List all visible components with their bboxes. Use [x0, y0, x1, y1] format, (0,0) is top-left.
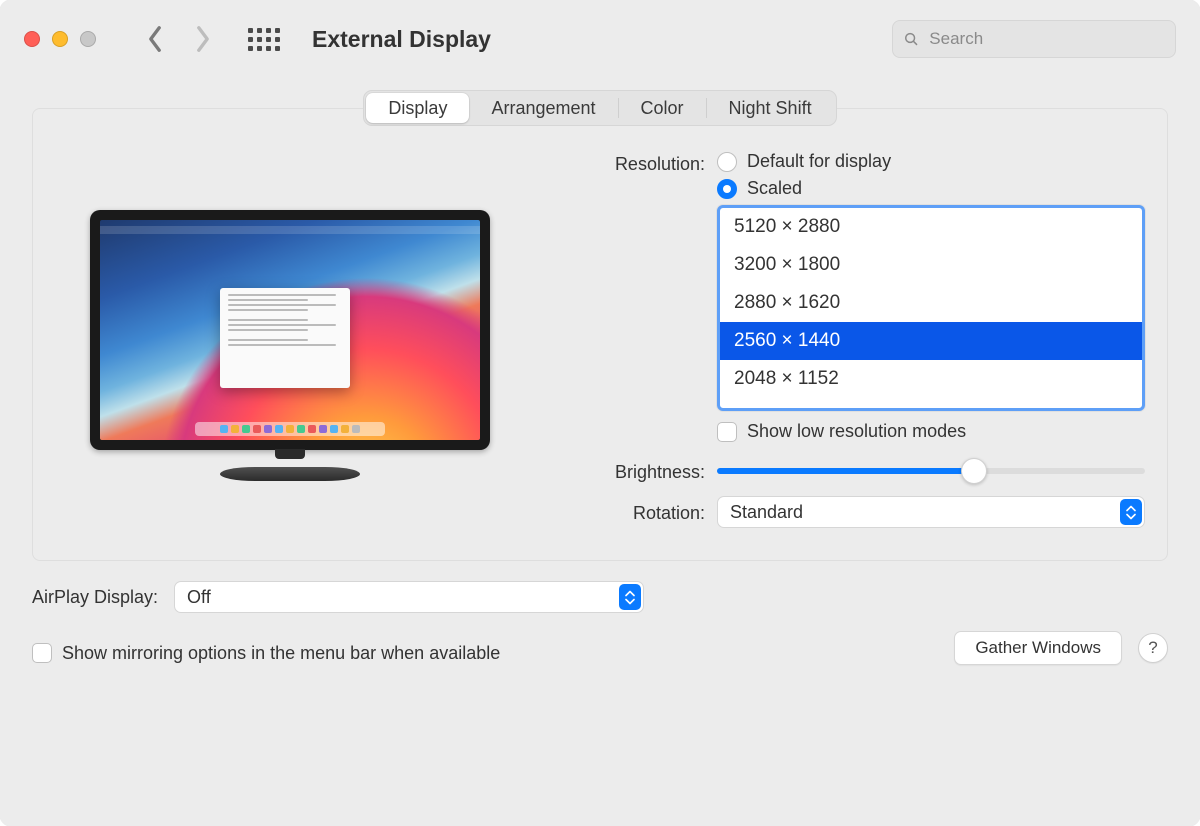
tab-color[interactable]: Color: [619, 93, 706, 123]
rotation-label: Rotation:: [565, 500, 705, 524]
display-preview: [55, 145, 525, 536]
resolution-list[interactable]: 5120 × 2880 3200 × 1800 2880 × 1620 2560…: [717, 205, 1145, 411]
window-zoom-button[interactable]: [80, 31, 96, 47]
search-field[interactable]: [892, 20, 1176, 58]
tab-bar: Display Arrangement Color Night Shift: [0, 90, 1200, 126]
system-preferences-displays-window: External Display Display Arrangement Col…: [0, 0, 1200, 826]
resolution-option-4[interactable]: 2048 × 1152: [720, 360, 1142, 398]
titlebar: External Display: [0, 0, 1200, 78]
back-button[interactable]: [138, 22, 172, 56]
search-icon: [903, 30, 919, 48]
airplay-value: Off: [187, 587, 211, 608]
help-button[interactable]: ?: [1138, 633, 1168, 663]
display-preview-dock-icon: [195, 422, 385, 436]
window-controls: [24, 31, 96, 47]
brightness-slider[interactable]: [717, 456, 1145, 486]
gather-windows-button[interactable]: Gather Windows: [954, 631, 1122, 665]
brightness-slider-thumb[interactable]: [961, 458, 987, 484]
display-preview-stand-icon: [220, 449, 360, 481]
show-low-res-checkbox[interactable]: [717, 422, 737, 442]
resolution-option-0[interactable]: 5120 × 2880: [720, 208, 1142, 246]
mirroring-menubar-label: Show mirroring options in the menu bar w…: [62, 643, 500, 664]
resolution-scaled-radio[interactable]: [717, 179, 737, 199]
forward-button[interactable]: [186, 22, 220, 56]
chevron-up-down-icon: [619, 584, 641, 610]
display-preview-document-icon: [220, 288, 350, 388]
brightness-label: Brightness:: [565, 459, 705, 483]
rotation-value: Standard: [730, 502, 803, 523]
airplay-select[interactable]: Off: [174, 581, 644, 613]
tab-display[interactable]: Display: [366, 93, 469, 123]
display-preview-screen: [100, 220, 480, 440]
window-title: External Display: [312, 26, 491, 53]
resolution-option-5[interactable]: 1600 × 900: [720, 400, 1142, 411]
resolution-default-label: Default for display: [747, 151, 891, 172]
tab-arrangement[interactable]: Arrangement: [469, 93, 617, 123]
tab-night-shift[interactable]: Night Shift: [707, 93, 834, 123]
resolution-label: Resolution:: [565, 151, 705, 175]
search-input[interactable]: [927, 28, 1165, 50]
window-close-button[interactable]: [24, 31, 40, 47]
airplay-label: AirPlay Display:: [32, 587, 158, 608]
resolution-option-1[interactable]: 3200 × 1800: [720, 246, 1142, 284]
resolution-scaled-label: Scaled: [747, 178, 802, 199]
resolution-option-2[interactable]: 2880 × 1620: [720, 284, 1142, 322]
show-all-prefs-button[interactable]: [248, 28, 280, 51]
rotation-select[interactable]: Standard: [717, 496, 1145, 528]
chevron-up-down-icon: [1120, 499, 1142, 525]
resolution-default-radio[interactable]: [717, 152, 737, 172]
resolution-option-3[interactable]: 2560 × 1440: [720, 322, 1142, 360]
window-minimize-button[interactable]: [52, 31, 68, 47]
display-settings-panel: Resolution: Default for display Scaled: [32, 108, 1168, 561]
mirroring-menubar-checkbox[interactable]: [32, 643, 52, 663]
show-low-res-label: Show low resolution modes: [747, 421, 966, 442]
